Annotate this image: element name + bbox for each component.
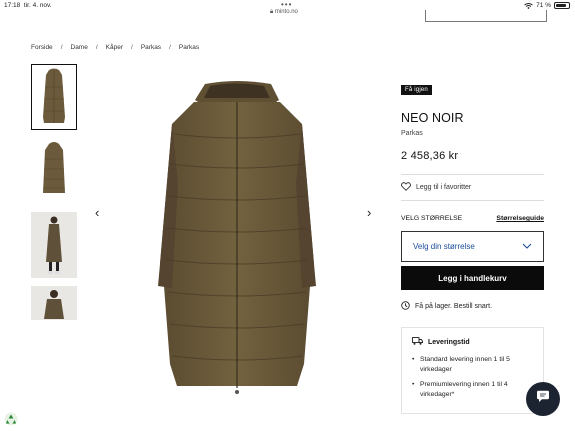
- battery-percent: 71 %: [536, 2, 551, 9]
- chevron-right-icon[interactable]: ›: [367, 205, 371, 220]
- product-image[interactable]: [92, 64, 382, 414]
- delivery-title: Leveringstid: [428, 338, 470, 346]
- truck-icon: [412, 337, 423, 347]
- delivery-list: Standard levering innen 1 til 5 virkedag…: [412, 355, 533, 400]
- size-header: VELG STØRRELSE Størrelseguide: [401, 215, 544, 222]
- tab-dots-icon[interactable]: •••: [281, 0, 292, 9]
- product-info-panel: Få igjen NEO NOIR Parkas 2 458,36 kr Leg…: [401, 78, 544, 414]
- thumbnail-front[interactable]: [31, 64, 77, 130]
- clock-icon: [401, 301, 410, 312]
- address-bar[interactable]: 🔒︎ minto.no: [270, 9, 298, 16]
- breadcrumb-item[interactable]: Dame: [71, 44, 88, 51]
- product-price: 2 458,36 kr: [401, 150, 459, 162]
- recycle-icon: [4, 412, 18, 426]
- breadcrumb-item[interactable]: Forside: [31, 44, 53, 51]
- status-time: 17:18 tir. 4. nov.: [4, 2, 52, 9]
- chevron-left-icon[interactable]: ‹: [95, 205, 99, 220]
- size-label: VELG STØRRELSE: [401, 215, 463, 222]
- stock-text: Få på lager. Bestill snart.: [415, 303, 493, 310]
- stock-status: Få på lager. Bestill snart.: [401, 301, 544, 312]
- chat-button[interactable]: [526, 382, 560, 416]
- status-indicators: 71 %: [524, 2, 570, 9]
- size-select[interactable]: Velg din størrelse: [401, 231, 544, 262]
- header-search-box[interactable]: [425, 10, 547, 22]
- breadcrumb-item[interactable]: Parkas: [141, 44, 161, 51]
- divider: [401, 200, 544, 201]
- product-brand[interactable]: NEO NOIR: [401, 111, 544, 125]
- divider: [401, 174, 544, 175]
- size-select-value: Velg din størrelse: [413, 242, 475, 251]
- thumbnail-model-detail[interactable]: [31, 286, 77, 320]
- battery-icon: [554, 2, 570, 9]
- list-item: Premiumlevering innen 1 til 4 virkedager…: [412, 380, 533, 400]
- heart-icon: [401, 182, 411, 193]
- chevron-down-icon: [522, 242, 532, 251]
- favorite-label: Legg til i favoritter: [416, 184, 472, 191]
- lock-icon: 🔒︎: [270, 9, 274, 15]
- thumbnail-list: [31, 64, 77, 328]
- breadcrumb-item[interactable]: Parkas: [179, 44, 199, 51]
- delivery-header: Leveringstid: [412, 337, 533, 347]
- thumbnail-back[interactable]: [31, 138, 77, 204]
- stock-badge: Få igjen: [401, 85, 432, 95]
- thumbnail-model[interactable]: [31, 212, 77, 278]
- chat-icon: [536, 390, 550, 408]
- breadcrumb: Forside / Dame / Kåper / Parkas / Parkas: [31, 44, 200, 51]
- product-category: Parkas: [401, 130, 423, 137]
- breadcrumb-item[interactable]: Kåper: [106, 44, 123, 51]
- add-to-favorites-link[interactable]: Legg til i favoritter: [401, 182, 544, 193]
- wifi-icon: [524, 2, 533, 9]
- size-guide-link[interactable]: Størrelseguide: [496, 215, 544, 222]
- list-item: Standard levering innen 1 til 5 virkedag…: [412, 355, 533, 375]
- delivery-box: Leveringstid Standard levering innen 1 t…: [401, 327, 544, 414]
- add-to-cart-button[interactable]: Legg i handlekurv: [401, 266, 544, 290]
